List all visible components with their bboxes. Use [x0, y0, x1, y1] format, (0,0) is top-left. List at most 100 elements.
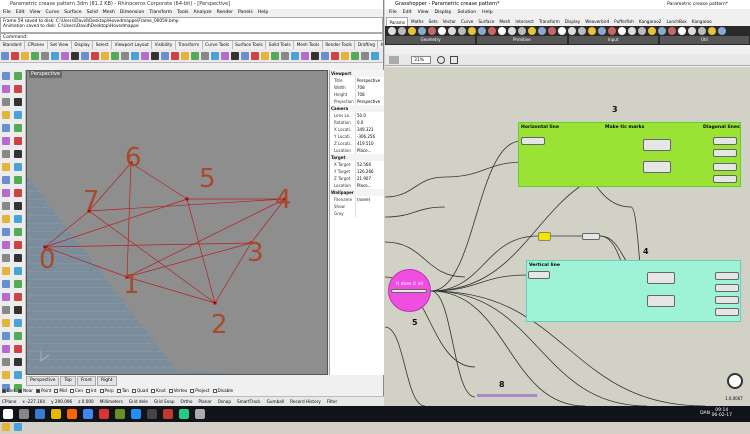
- gh-ribbon-group[interactable]: Util: [659, 36, 749, 44]
- toolbar-tab[interactable]: Select: [93, 41, 113, 49]
- checkbox-icon[interactable]: [2, 389, 6, 393]
- status-item[interactable]: Grid Snap: [154, 399, 175, 404]
- osnap-vertex[interactable]: Vertex: [168, 388, 187, 393]
- checkbox-icon[interactable]: [17, 389, 22, 393]
- gh-component-icon[interactable]: [638, 27, 646, 35]
- wire[interactable]: [430, 235, 539, 292]
- checkbox-icon[interactable]: [190, 389, 195, 393]
- toolbar-tab[interactable]: Surface Tools: [233, 41, 267, 49]
- toolbar-tool-icon[interactable]: [241, 52, 249, 60]
- toolbar-tab[interactable]: Curve Tools: [203, 41, 233, 49]
- menu-item-solid[interactable]: Solid: [87, 9, 98, 17]
- osnap-knot[interactable]: Knot: [151, 388, 166, 393]
- gh-tab-kangaroo2[interactable]: Kangaroo2: [636, 17, 664, 26]
- property-row[interactable]: Projection Perspective: [330, 98, 384, 105]
- toolbar-tab[interactable]: Drafting: [355, 41, 379, 49]
- taskbar-app-icon[interactable]: [51, 409, 61, 419]
- tool-icon[interactable]: [14, 123, 22, 132]
- toolbar-tab[interactable]: Viewport Layout: [112, 41, 153, 49]
- status-item[interactable]: z 0.000: [78, 399, 94, 404]
- gh-component-icon[interactable]: [518, 27, 526, 35]
- tool-icon[interactable]: [14, 71, 22, 80]
- wire[interactable]: [385, 326, 426, 406]
- tool-icon[interactable]: [2, 175, 10, 184]
- gh-component-icon[interactable]: [588, 27, 596, 35]
- group-horizontal-diagonal[interactable]: [518, 122, 741, 187]
- gh-tab-maths[interactable]: Maths: [408, 17, 426, 26]
- osnap-int[interactable]: Int: [85, 388, 97, 393]
- osnap-tan[interactable]: Tan: [116, 388, 129, 393]
- viewport-tab-top[interactable]: Top: [60, 376, 76, 386]
- osnap-disable[interactable]: Disable: [212, 388, 233, 393]
- component[interactable]: [713, 149, 737, 157]
- component[interactable]: [715, 284, 739, 292]
- tool-icon[interactable]: [14, 344, 22, 353]
- taskbar-app-icon[interactable]: [19, 409, 29, 419]
- command-input[interactable]: Command:: [0, 33, 383, 41]
- viewport-tab-front[interactable]: Front: [76, 376, 96, 386]
- tool-icon[interactable]: [14, 214, 22, 223]
- crease-edge[interactable]: [88, 198, 286, 212]
- wire[interactable]: [385, 176, 446, 198]
- toolbar-tab[interactable]: Mesh Tools: [294, 41, 323, 49]
- tool-icon[interactable]: [14, 253, 22, 262]
- component[interactable]: [582, 233, 600, 240]
- tool-icon[interactable]: [14, 201, 22, 210]
- property-row[interactable]: Rotation 0.0: [330, 119, 384, 126]
- component[interactable]: [713, 163, 737, 171]
- toolbar-tool-icon[interactable]: [171, 52, 179, 60]
- crease-edge[interactable]: [214, 242, 252, 304]
- gh-component-icon[interactable]: [418, 27, 426, 35]
- checkbox-icon[interactable]: [54, 389, 59, 393]
- tool-icon[interactable]: [14, 305, 22, 314]
- tool-icon[interactable]: [14, 188, 22, 197]
- taskbar-app-icon[interactable]: [35, 409, 45, 419]
- menu-item-view[interactable]: View: [30, 9, 41, 17]
- osnap-cen[interactable]: Cen: [69, 388, 83, 393]
- taskbar-app-icon[interactable]: [115, 409, 125, 419]
- crease-edge[interactable]: [126, 276, 216, 304]
- component[interactable]: [643, 161, 671, 173]
- property-row[interactable]: Z Locati.. 419.510: [330, 140, 384, 147]
- tool-icon[interactable]: [2, 279, 10, 288]
- menu-item-transform[interactable]: Transform: [149, 9, 172, 17]
- menu-item-help[interactable]: Help: [258, 9, 268, 17]
- menu-item-analyze[interactable]: Analyze: [194, 9, 212, 17]
- component[interactable]: [715, 308, 739, 316]
- gh-tab-params[interactable]: Params: [386, 17, 409, 26]
- gh-component-icon[interactable]: [718, 27, 726, 35]
- tool-icon[interactable]: [2, 266, 10, 275]
- tool-icon[interactable]: [14, 240, 22, 249]
- toolbar-tool-icon[interactable]: [361, 52, 369, 60]
- property-row[interactable]: Y Target 126.266: [330, 168, 384, 175]
- gh-component-icon[interactable]: [628, 27, 636, 35]
- toolbar-tab[interactable]: Transform: [176, 41, 203, 49]
- menu-item-file[interactable]: File: [3, 9, 11, 17]
- status-item[interactable]: Planar: [198, 399, 211, 404]
- toolbar-tool-icon[interactable]: [231, 52, 239, 60]
- gh-canvas[interactable]: Horizontal line Make tic marks Diagonal …: [385, 67, 750, 406]
- gh-component-icon[interactable]: [538, 27, 546, 35]
- tool-icon[interactable]: [2, 71, 10, 80]
- perspective-viewport[interactable]: 0 1 2 34 5 67 Perspective: [26, 70, 328, 375]
- osnap-end[interactable]: End: [2, 388, 15, 393]
- component[interactable]: [521, 137, 545, 145]
- property-row[interactable]: Gray: [330, 210, 384, 217]
- gh-tab-transform[interactable]: Transform: [536, 17, 562, 26]
- tool-icon[interactable]: [2, 240, 10, 249]
- gh-component-icon[interactable]: [478, 27, 486, 35]
- gh-menu-item-file[interactable]: File: [389, 9, 397, 17]
- component[interactable]: [647, 295, 675, 307]
- status-item[interactable]: x -227.164: [22, 399, 45, 404]
- tool-icon[interactable]: [2, 370, 10, 379]
- component[interactable]: [647, 272, 675, 284]
- menu-item-curve[interactable]: Curve: [46, 9, 60, 17]
- canvas-compass-icon[interactable]: [727, 373, 743, 389]
- gh-tab-mesh[interactable]: Mesh: [497, 17, 513, 26]
- toolbar-tool-icon[interactable]: [351, 52, 359, 60]
- gh-component-icon[interactable]: [508, 27, 516, 35]
- tool-icon[interactable]: [2, 123, 10, 132]
- tool-icon[interactable]: [14, 279, 22, 288]
- toolbar-tool-icon[interactable]: [11, 52, 19, 60]
- zoom-icon[interactable]: [437, 56, 445, 64]
